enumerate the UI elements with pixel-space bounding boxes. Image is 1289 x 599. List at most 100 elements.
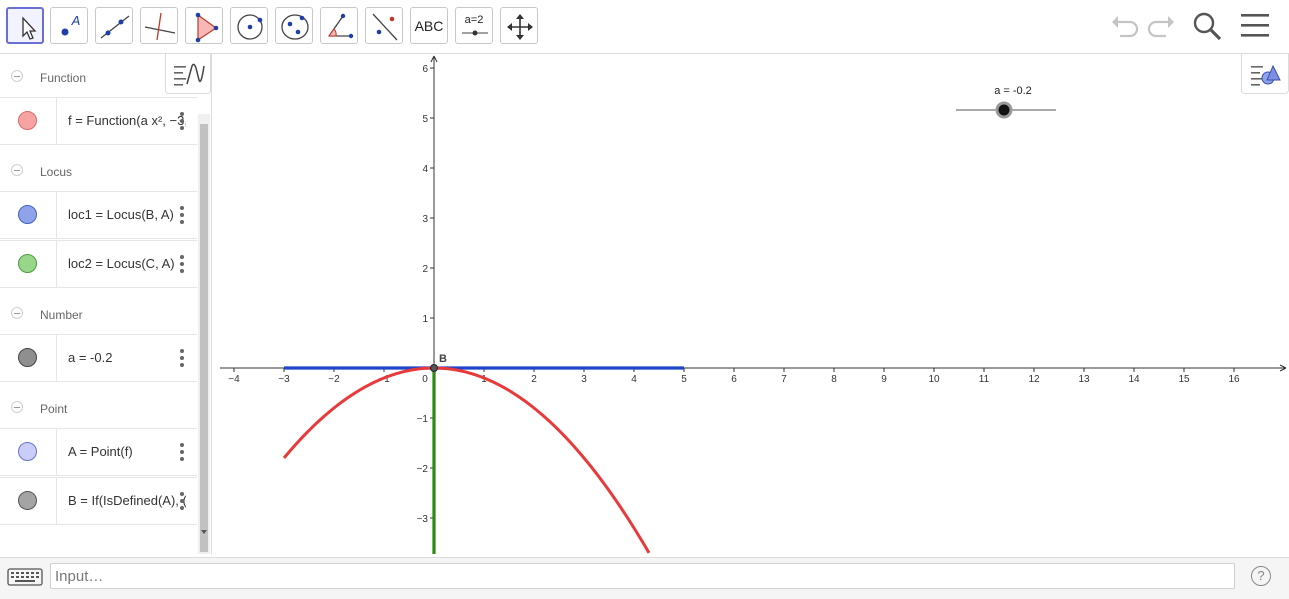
group-title: Point bbox=[40, 402, 68, 416]
move-graphics-tool-button[interactable] bbox=[500, 7, 538, 44]
more-options-icon[interactable] bbox=[180, 443, 184, 461]
algebra-style-bar-toggle[interactable] bbox=[165, 54, 211, 94]
item-definition[interactable]: a = -0.2 bbox=[68, 350, 186, 365]
item-definition[interactable]: A = Point(f) bbox=[68, 444, 186, 459]
y-tick-label: 4 bbox=[422, 164, 428, 175]
algebra-item-A[interactable]: A = Point(f) bbox=[0, 428, 197, 476]
visibility-marble-icon[interactable] bbox=[18, 205, 37, 224]
reflect-tool-button[interactable] bbox=[365, 7, 403, 44]
group-header-number[interactable]: Number bbox=[0, 291, 197, 337]
group-title: Function bbox=[40, 71, 87, 85]
scrollbar-thumb[interactable] bbox=[200, 124, 208, 552]
undo-icon[interactable] bbox=[1108, 10, 1140, 42]
input-bar: ? bbox=[0, 557, 1289, 599]
circle-tool-button[interactable] bbox=[230, 7, 268, 44]
group-title: Locus bbox=[40, 165, 73, 179]
graphics-canvas[interactable]: −4 −3 −2 −1 0 1 2 3 4 5 6 7 8 9 10 11 12 13 14 15 16654321−1… bbox=[218, 54, 1289, 554]
group-header-locus[interactable]: Locus bbox=[0, 148, 197, 194]
toolbar: A ABC a=2 bbox=[0, 0, 1289, 54]
algebra-item-a[interactable]: a = -0.2 bbox=[0, 334, 197, 382]
y-tick-label: 2 bbox=[422, 264, 428, 275]
x-tick-label: 16 bbox=[1228, 374, 1240, 385]
x-tick-label: 15 bbox=[1178, 374, 1190, 385]
more-options-icon[interactable] bbox=[180, 206, 184, 224]
collapse-icon[interactable] bbox=[11, 401, 23, 413]
x-tick-label: 2 bbox=[531, 374, 537, 385]
x-tick-label: 6 bbox=[731, 374, 737, 385]
redo-icon[interactable] bbox=[1146, 10, 1178, 42]
line-tool-button[interactable] bbox=[95, 7, 133, 44]
x-tick-label: 11 bbox=[979, 374, 990, 385]
item-definition[interactable]: loc1 = Locus(B, A) bbox=[68, 207, 186, 222]
style-bar-icon bbox=[174, 63, 205, 86]
vertical-scrollbar[interactable] bbox=[198, 114, 210, 554]
perpendicular-line-tool-button[interactable] bbox=[140, 7, 178, 44]
slider-label: a = -0.2 bbox=[994, 85, 1032, 97]
visibility-marble-icon[interactable] bbox=[18, 348, 37, 367]
more-options-icon[interactable] bbox=[180, 492, 184, 510]
scroll-down-icon[interactable] bbox=[200, 528, 208, 536]
item-definition[interactable]: f = Function(a x², −3, bbox=[68, 113, 186, 128]
x-tick-label: 4 bbox=[631, 374, 637, 385]
perpendicular-line-icon bbox=[144, 12, 176, 41]
x-tick-label: 12 bbox=[1028, 374, 1040, 385]
polygon-tool-button[interactable] bbox=[185, 7, 223, 44]
graphics-view[interactable]: −4 −3 −2 −1 0 1 2 3 4 5 6 7 8 9 10 11 12 13 14 15 16 6 5 4 3 2 1 −1… bbox=[218, 54, 1289, 554]
algebra-item-B[interactable]: B = If(IsDefined(A), ( bbox=[0, 477, 197, 525]
x-tick-label: 0 bbox=[422, 374, 428, 385]
y-tick-label: 1 bbox=[422, 314, 428, 325]
arrow-cursor-icon bbox=[22, 16, 37, 40]
algebra-item-f[interactable]: f = Function(a x², −3, bbox=[0, 97, 197, 145]
item-definition[interactable]: loc2 = Locus(C, A) bbox=[68, 256, 186, 271]
item-definition[interactable]: B = If(IsDefined(A), ( bbox=[68, 493, 186, 508]
move-arrows-icon bbox=[507, 14, 533, 40]
algebra-item-loc1[interactable]: loc1 = Locus(B, A) bbox=[0, 191, 197, 239]
x-tick-label: 8 bbox=[831, 374, 837, 385]
help-icon[interactable]: ? bbox=[1251, 566, 1271, 586]
slider-icon bbox=[462, 30, 488, 36]
visibility-marble-icon[interactable] bbox=[18, 442, 37, 461]
collapse-icon[interactable] bbox=[11, 70, 23, 82]
y-tick-label: 3 bbox=[422, 214, 428, 225]
more-options-icon[interactable] bbox=[180, 112, 184, 130]
search-icon[interactable] bbox=[1190, 10, 1224, 44]
point-b-label: B bbox=[439, 353, 447, 365]
x-tick-label: −3 bbox=[278, 374, 290, 385]
input-field[interactable] bbox=[50, 563, 1235, 589]
slider-knob[interactable] bbox=[995, 101, 1013, 119]
collapse-icon[interactable] bbox=[11, 307, 23, 319]
x-tick-label: 5 bbox=[681, 374, 687, 385]
graphics-style-bar-toggle[interactable] bbox=[1241, 54, 1289, 94]
graphics-style-icon bbox=[1251, 64, 1281, 86]
algebra-view: Function f = Function(a x², −3, Locus lo… bbox=[0, 54, 212, 554]
x-tick-label: 10 bbox=[928, 374, 940, 385]
visibility-marble-icon[interactable] bbox=[18, 491, 37, 510]
group-title: Number bbox=[40, 308, 83, 322]
angle-tool-button[interactable] bbox=[320, 7, 358, 44]
conic-tool-button[interactable] bbox=[275, 7, 313, 44]
visibility-marble-icon[interactable] bbox=[18, 254, 37, 273]
y-tick-label: 5 bbox=[422, 114, 428, 125]
group-header-point[interactable]: Point bbox=[0, 385, 197, 431]
algebra-item-loc2[interactable]: loc2 = Locus(C, A) bbox=[0, 240, 197, 288]
keyboard-icon[interactable] bbox=[2, 562, 48, 592]
more-options-icon[interactable] bbox=[180, 255, 184, 273]
circle-icon bbox=[237, 14, 263, 40]
x-tick-label: −2 bbox=[328, 374, 340, 385]
visibility-marble-icon[interactable] bbox=[18, 111, 37, 130]
x-tick-label: 9 bbox=[881, 374, 887, 385]
text-tool-label: ABC bbox=[414, 18, 444, 34]
move-tool-button[interactable] bbox=[6, 7, 44, 44]
point-tool-button[interactable]: A bbox=[50, 7, 88, 44]
reflect-line-icon bbox=[372, 13, 398, 41]
function-curve bbox=[282, 366, 651, 554]
y-tick-label: −1 bbox=[417, 414, 429, 425]
more-options-icon[interactable] bbox=[180, 349, 184, 367]
ellipse-icon bbox=[281, 14, 309, 40]
angle-icon bbox=[328, 13, 354, 39]
x-tick-label: −4 bbox=[228, 374, 240, 385]
text-tool-button[interactable]: ABC bbox=[410, 7, 448, 44]
menu-icon[interactable] bbox=[1238, 10, 1272, 42]
slider-tool-button[interactable]: a=2 bbox=[455, 7, 493, 44]
collapse-icon[interactable] bbox=[11, 164, 23, 176]
